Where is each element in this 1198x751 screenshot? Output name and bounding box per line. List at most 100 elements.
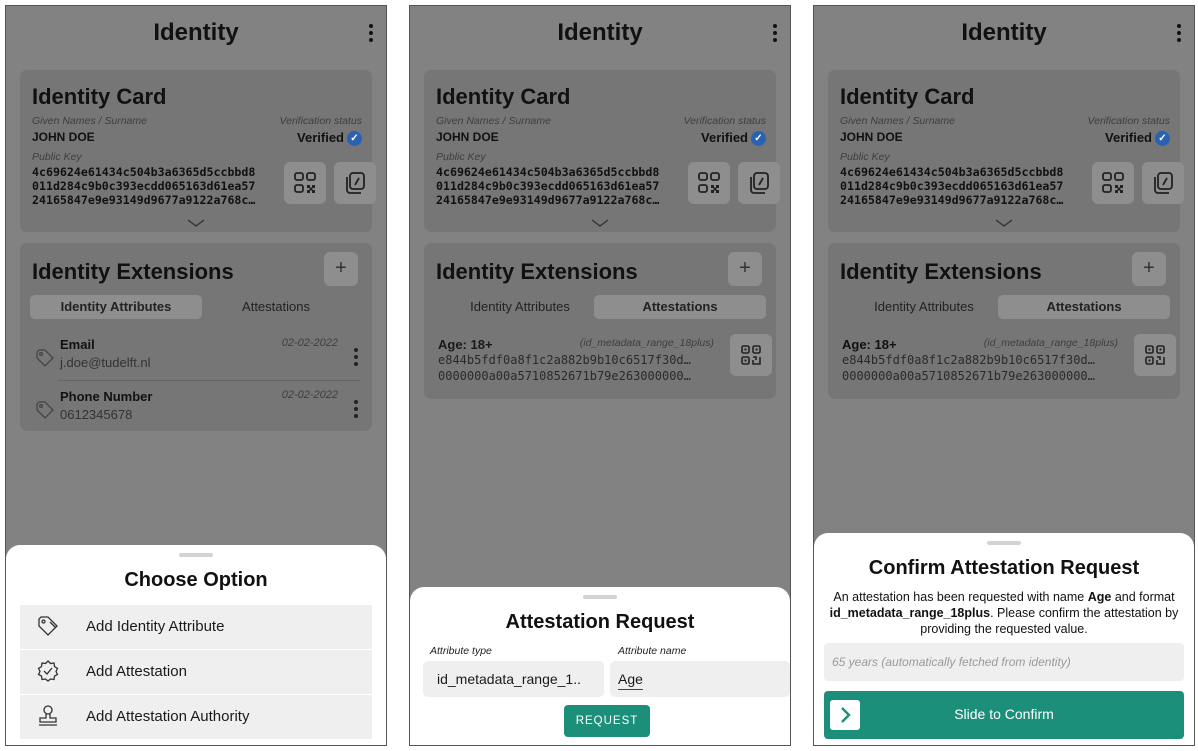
attestation-row[interactable]: Age: 18+ (id_metadata_range_18plus) e844… xyxy=(828,331,1180,391)
identity-card: Identity Card Given Names / Surname JOHN… xyxy=(424,70,780,232)
public-key-line: 24165847e9e93149d9677a9122a768c… xyxy=(840,193,1064,207)
identity-extensions-title: Identity Extensions xyxy=(436,259,638,284)
verified-check-icon: ✓ xyxy=(1155,131,1170,147)
public-key-line: 011d284c9b0c393ecdd065163d61ea57 xyxy=(840,179,1064,193)
qr-code-icon xyxy=(698,172,720,193)
add-extension-button[interactable]: + xyxy=(1132,252,1166,286)
expand-chevron-icon[interactable] xyxy=(995,219,1013,227)
qr-code-button[interactable] xyxy=(1092,162,1134,204)
attribute-type-field[interactable]: id_metadata_range_1.. xyxy=(423,661,604,697)
extensions-tabs: Identity Attributes Attestations xyxy=(434,295,766,319)
slide-to-confirm[interactable]: Slide to Confirm xyxy=(824,691,1184,739)
copy-key-button[interactable] xyxy=(738,162,780,204)
attestation-row[interactable]: Age: 18+ (id_metadata_range_18plus) e844… xyxy=(424,331,776,391)
copy-key-button[interactable] xyxy=(334,162,376,204)
attestation-hash-line: e844b5fdf0a8f1c2a882b9b10c6517f30d… xyxy=(842,353,1095,367)
add-extension-button[interactable]: + xyxy=(728,252,762,286)
tag-icon xyxy=(36,349,54,367)
extensions-tabs: Identity Attributes Attestations xyxy=(838,295,1170,319)
app-bar: Identity xyxy=(410,6,790,62)
stamp-icon xyxy=(39,705,57,726)
identity-extensions-card: Identity Extensions + Identity Attribute… xyxy=(828,243,1180,399)
tab-identity-attributes[interactable]: Identity Attributes xyxy=(838,295,1010,319)
attestation-hash-line: e844b5fdf0a8f1c2a882b9b10c6517f30d… xyxy=(438,353,691,367)
identity-card-title: Identity Card xyxy=(840,84,975,109)
attribute-name-field[interactable]: Age xyxy=(610,661,790,697)
attestation-name: Age: 18+ xyxy=(842,337,897,352)
name-value: JOHN DOE xyxy=(32,130,95,144)
identity-extensions-title: Identity Extensions xyxy=(840,259,1042,284)
qr-code-button[interactable] xyxy=(284,162,326,204)
attribute-row[interactable]: Phone Number 0612345678 02-02-2022 xyxy=(20,383,372,431)
copy-key-button[interactable] xyxy=(1142,162,1184,204)
name-value: JOHN DOE xyxy=(436,130,499,144)
requested-value-input[interactable]: 65 years (automatically fetched from ide… xyxy=(824,643,1184,681)
confirm-attr-name: Age xyxy=(1087,590,1112,604)
drag-handle[interactable] xyxy=(987,541,1021,545)
verified-check-icon: ✓ xyxy=(347,131,362,147)
app-bar: Identity xyxy=(814,6,1194,62)
identity-extensions-card: Identity Extensions + Identity Attribute… xyxy=(424,243,776,399)
option-label: Add Attestation xyxy=(86,663,187,680)
badge-check-icon xyxy=(37,660,59,682)
attestation-hash-line: 0000000a00a5710852671b79e263000000… xyxy=(842,369,1095,383)
add-extension-button[interactable]: + xyxy=(324,252,358,286)
attestation-qr-button[interactable] xyxy=(1134,334,1176,376)
identity-extensions-card: Identity Extensions + Identity Attribute… xyxy=(20,243,372,431)
overflow-menu-icon[interactable] xyxy=(362,18,380,48)
tab-identity-attributes[interactable]: Identity Attributes xyxy=(30,295,202,319)
attribute-label: Email xyxy=(60,337,95,352)
qr-code-icon xyxy=(294,172,316,193)
tab-identity-attributes[interactable]: Identity Attributes xyxy=(434,295,606,319)
attestation-format: (id_metadata_range_18plus) xyxy=(983,337,1118,349)
attribute-name-label: Attribute name xyxy=(618,645,687,657)
identity-card: Identity Card Given Names / Surname JOHN… xyxy=(20,70,376,232)
attestation-hash-line: 0000000a00a5710852671b79e263000000… xyxy=(438,369,691,383)
names-label: Given Names / Surname xyxy=(840,115,955,127)
attribute-menu-icon[interactable] xyxy=(352,347,360,367)
attribute-menu-icon[interactable] xyxy=(352,399,360,419)
attestation-qr-button[interactable] xyxy=(730,334,772,376)
verification-status: Verified ✓ xyxy=(1105,130,1170,147)
identity-card-title: Identity Card xyxy=(32,84,167,109)
expand-chevron-icon[interactable] xyxy=(591,219,609,227)
drag-handle[interactable] xyxy=(179,553,213,557)
qr-code-icon xyxy=(1102,172,1124,193)
attestation-name: Age: 18+ xyxy=(438,337,493,352)
public-key-line: 011d284c9b0c393ecdd065163d61ea57 xyxy=(436,179,660,193)
attribute-value: 0612345678 xyxy=(60,407,133,422)
drag-handle[interactable] xyxy=(583,595,617,599)
app-title: Identity xyxy=(557,19,643,46)
app-bar: Identity xyxy=(6,6,386,62)
copy-icon xyxy=(750,172,769,194)
qr-scan-icon xyxy=(1145,345,1165,365)
qr-code-button[interactable] xyxy=(688,162,730,204)
verified-check-icon: ✓ xyxy=(751,131,766,147)
confirm-format: id_metadata_range_18plus xyxy=(829,606,991,620)
identity-card-title: Identity Card xyxy=(436,84,571,109)
option-label: Add Attestation Authority xyxy=(86,708,250,725)
attribute-row[interactable]: Email j.doe@tudelft.nl 02-02-2022 xyxy=(20,331,372,379)
tab-attestations[interactable]: Attestations xyxy=(998,295,1170,319)
overflow-menu-icon[interactable] xyxy=(766,18,784,48)
qr-scan-icon xyxy=(741,345,761,365)
tab-attestations[interactable]: Attestations xyxy=(594,295,766,319)
option-add-identity-attribute[interactable]: Add Identity Attribute xyxy=(20,605,372,649)
option-add-attestation-authority[interactable]: Add Attestation Authority xyxy=(20,695,372,739)
request-button[interactable]: REQUEST xyxy=(564,705,650,737)
public-key-label: Public Key xyxy=(32,151,82,163)
attestation-request-sheet: Attestation Request Attribute type Attri… xyxy=(410,587,790,745)
option-add-attestation[interactable]: Add Attestation xyxy=(20,650,372,694)
attribute-label: Phone Number xyxy=(60,389,153,404)
tab-attestations[interactable]: Attestations xyxy=(190,295,362,319)
public-key-line: 4c69624e61434c504b3a6365d5ccbbd8 xyxy=(32,165,256,179)
screen-confirm-attestation: Identity Identity Card Given Names / Sur… xyxy=(813,5,1195,746)
expand-chevron-icon[interactable] xyxy=(187,219,205,227)
verification-status: Verified ✓ xyxy=(701,130,766,147)
names-label: Given Names / Surname xyxy=(436,115,551,127)
overflow-menu-icon[interactable] xyxy=(1170,18,1188,48)
confirm-text-1: An attestation has been requested with n… xyxy=(833,590,1088,604)
attribute-type-label: Attribute type xyxy=(430,645,492,657)
public-key-line: 24165847e9e93149d9677a9122a768c… xyxy=(436,193,660,207)
verification-value: Verified xyxy=(701,130,748,145)
